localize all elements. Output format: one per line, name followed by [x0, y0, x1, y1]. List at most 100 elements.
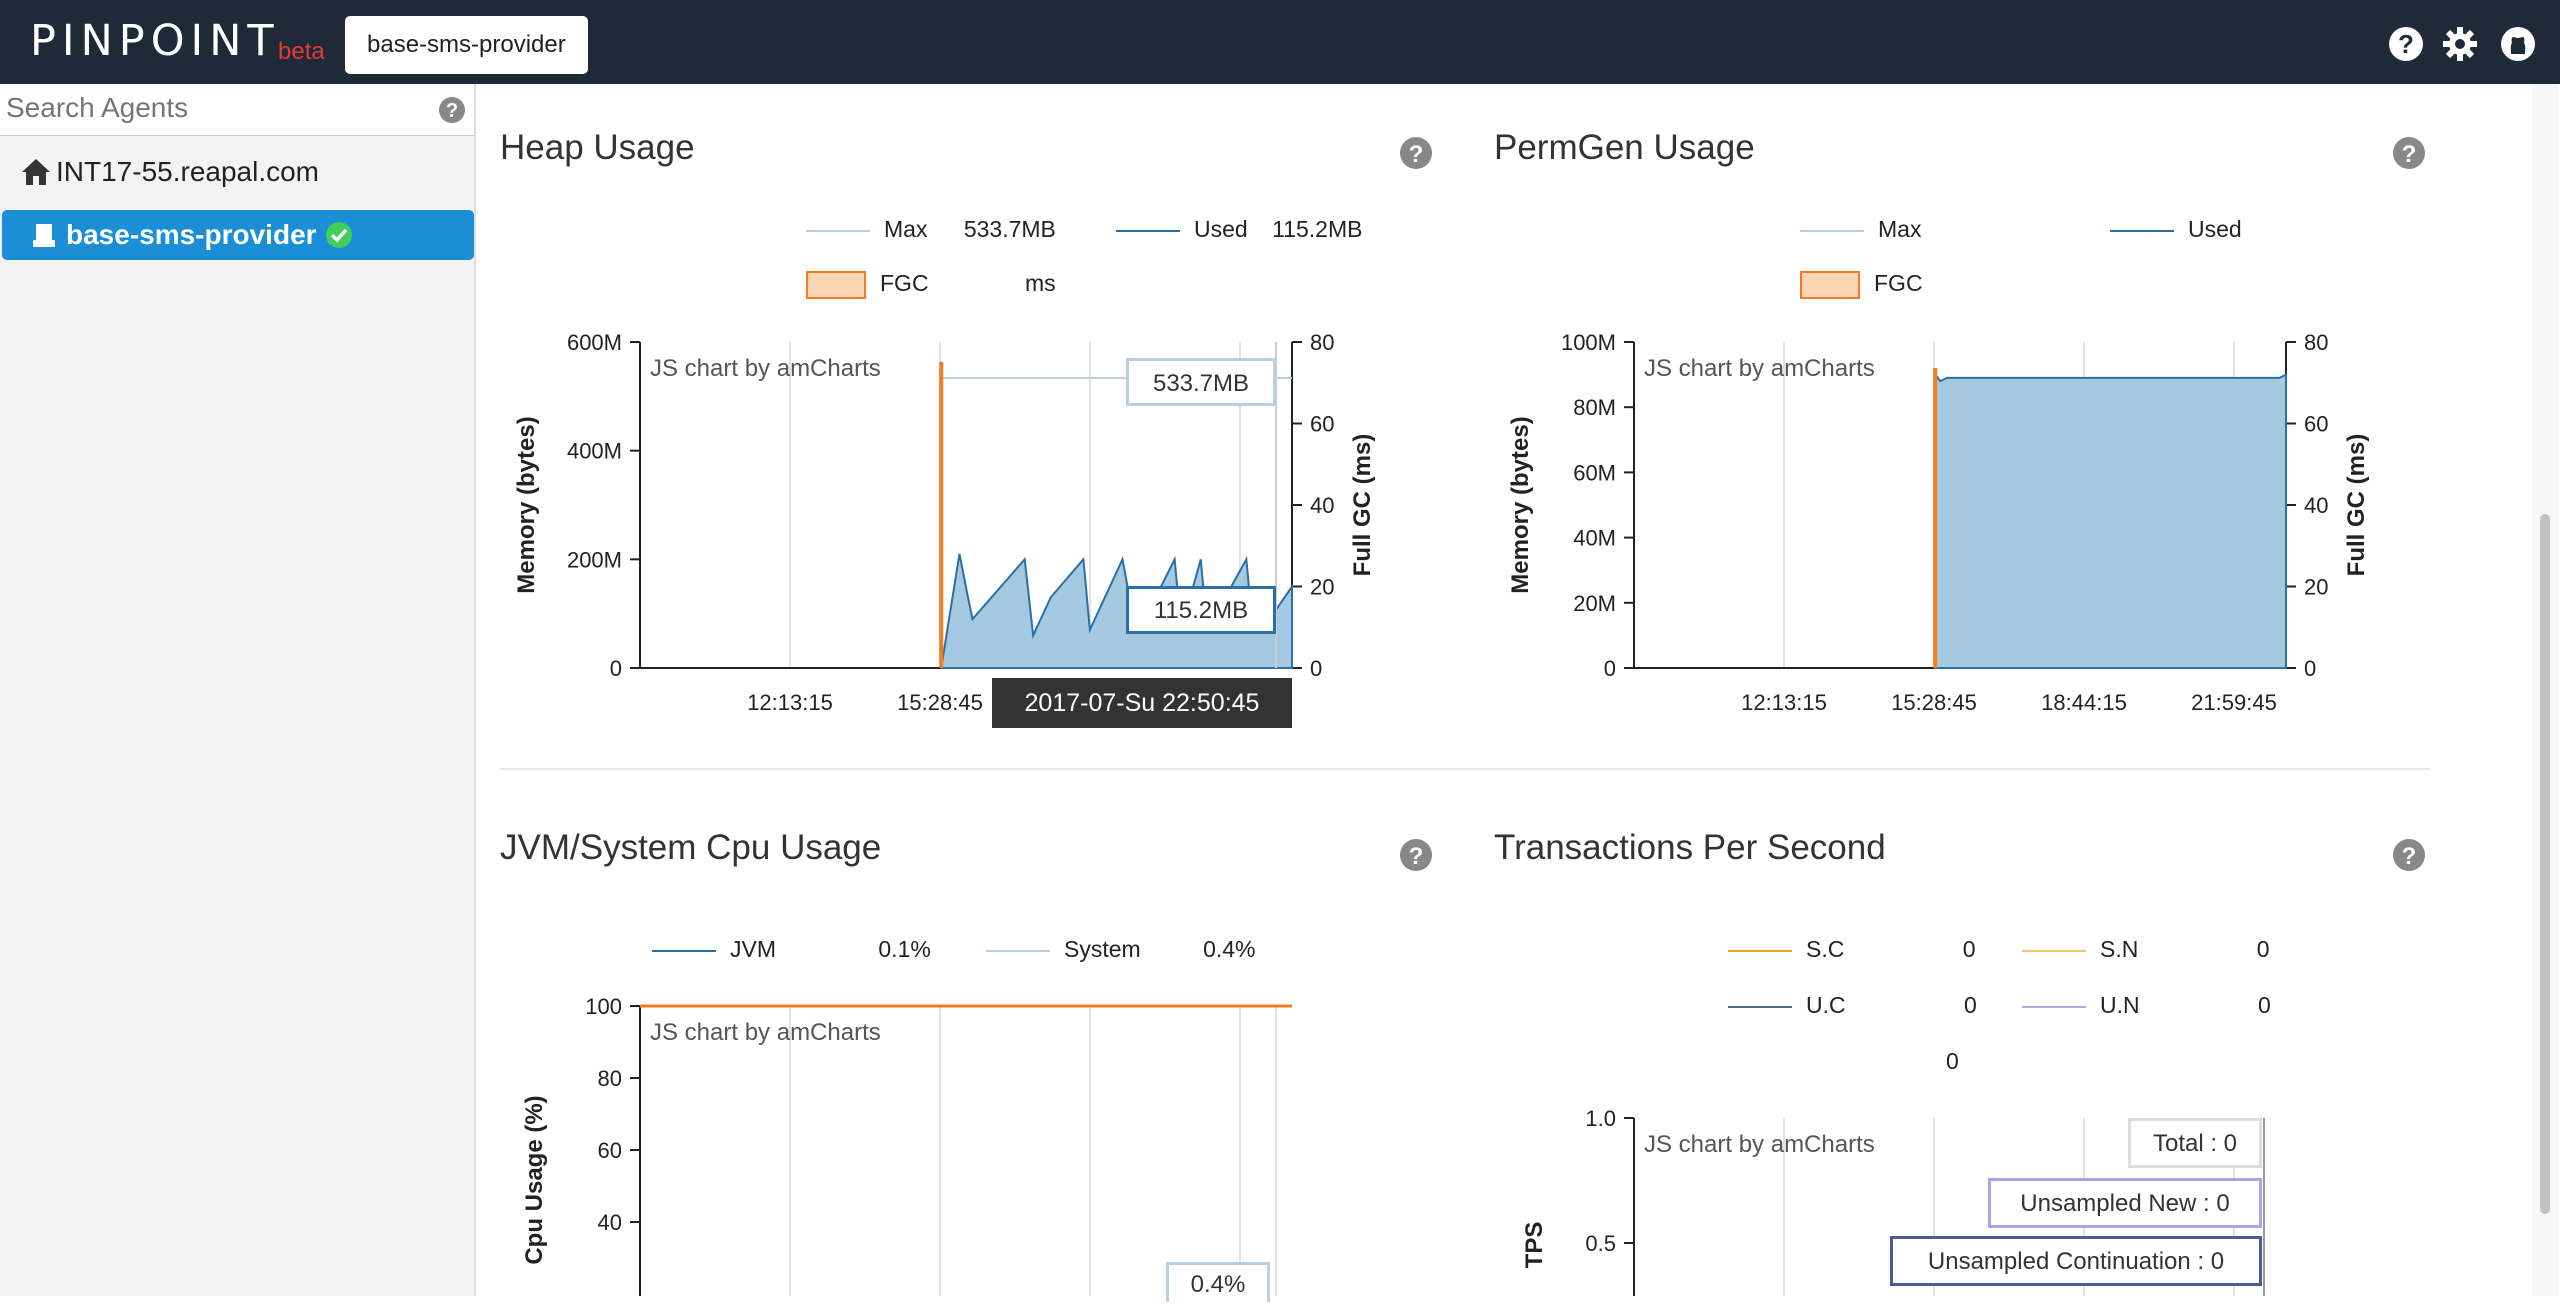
selected-agent-label: base-sms-provider [66, 219, 317, 250]
svg-text:?: ? [446, 100, 458, 122]
y-axis-label: Memory (bytes) [1507, 416, 1534, 593]
cpu-legend-jvm[interactable]: JVM 0.1% [652, 936, 931, 963]
help-icon[interactable]: ? [2388, 26, 2424, 62]
heap-legend-used[interactable]: Used 115.2MB [1116, 216, 1362, 243]
panel-divider [500, 768, 2430, 770]
y2-tick-label: 0 [1310, 656, 1322, 681]
tps-legend-total-value: 0 [1946, 1048, 1959, 1074]
agent-host-label: INT17-55.reapal.com [56, 156, 320, 187]
agent-sidebar: ? INT17-55.reapal.com base-sms-provider [0, 84, 476, 1296]
heap-usage-title: Heap Usage [500, 128, 695, 167]
y-axis-label: Cpu Usage (%) [521, 1095, 548, 1264]
y-tick-label: 0.5 [1585, 1231, 1616, 1256]
legend-label: S.C [1806, 936, 1845, 962]
y-tick-label: 0 [1604, 656, 1616, 681]
y-tick-label: 0 [610, 656, 622, 681]
permgen-legend-fgc[interactable]: FGC [1800, 270, 1923, 299]
legend-label: System [1064, 936, 1141, 962]
cpu-usage-title: JVM/System Cpu Usage [500, 828, 882, 867]
legend-value: 0 [1964, 992, 1977, 1018]
page-scrollbar[interactable] [2532, 84, 2558, 1296]
legend-label: Max [1878, 216, 1922, 242]
permgen-usage-chart[interactable]: 0 20M 40M 60M 80M 100M 0 20 40 60 80 Full GC (ms) Me… [1494, 320, 2414, 740]
legend-label: Max [884, 216, 928, 242]
application-selector-button[interactable]: base-sms-provider [345, 16, 588, 74]
heap-legend-max[interactable]: Max 533.7MB [806, 216, 1056, 243]
tps-title: Transactions Per Second [1494, 828, 1886, 867]
permgen-used-area [1934, 371, 2287, 669]
x-tick-label: 18:44:15 [2041, 690, 2127, 715]
y-tick-label: 400M [567, 439, 622, 464]
help-icon[interactable]: ? [1399, 838, 1433, 872]
help-icon[interactable]: ? [2392, 838, 2426, 872]
legend-value: 0.1% [878, 936, 931, 962]
y-tick-label: 60M [1573, 460, 1616, 485]
scrollbar-thumb[interactable] [2540, 514, 2550, 1214]
legend-label: U.N [2100, 992, 2140, 1018]
y2-tick-label: 80 [2304, 330, 2328, 355]
x-tick-label: 12:13:15 [1741, 690, 1827, 715]
y2-axis-label: Full GC (ms) [2343, 434, 2370, 577]
search-agents-box: ? [0, 84, 474, 136]
y2-tick-label: 60 [1310, 412, 1334, 437]
legend-label: FGC [1874, 270, 1923, 296]
chart-attribution: JS chart by amCharts [1644, 355, 1875, 382]
pinpoint-logo[interactable]: PINPOINT [30, 16, 280, 66]
heap-max-balloon: 533.7MB [1126, 358, 1276, 406]
x-tick-label: 12:13:15 [747, 690, 833, 715]
y2-tick-label: 60 [2304, 412, 2328, 437]
home-icon [22, 159, 50, 185]
cpu-balloon: 0.4% [1166, 1262, 1270, 1302]
chart-attribution: JS chart by amCharts [650, 355, 881, 382]
legend-value: 0 [2258, 992, 2271, 1018]
beta-label: beta [278, 38, 325, 65]
help-icon[interactable]: ? [1399, 136, 1433, 170]
agent-host-item[interactable]: INT17-55.reapal.com [20, 156, 319, 188]
heap-legend-fgc[interactable]: FGC ms [806, 270, 1056, 299]
legend-value: 115.2MB [1272, 216, 1363, 242]
legend-label: U.C [1806, 992, 1846, 1018]
y-tick-label: 20M [1573, 591, 1616, 616]
cpu-legend-system[interactable]: System 0.4% [986, 936, 1256, 963]
permgen-legend-used[interactable]: Used [2110, 216, 2242, 243]
server-icon [33, 224, 55, 247]
cursor-time-tooltip: 2017-07-Su 22:50:45 [992, 678, 1292, 728]
y-tick-label: 1.0 [1585, 1106, 1616, 1131]
y-tick-label: 40 [598, 1210, 622, 1235]
chart-attribution: JS chart by amCharts [650, 1019, 881, 1046]
y2-axis-label: Full GC (ms) [1349, 434, 1376, 577]
selected-agent-item[interactable]: base-sms-provider [2, 210, 474, 260]
cpu-usage-chart[interactable]: 40 60 80 100 JS chart by amCharts Cpu Usage (… [500, 990, 1420, 1296]
tps-legend-sn[interactable]: S.N 0 [2022, 936, 2270, 963]
legend-label: JVM [730, 936, 776, 962]
legend-value: 0 [1962, 936, 1976, 962]
tps-legend-uc[interactable]: U.C 0 [1728, 992, 1977, 1019]
tps-unsampled-new-balloon: Unsampled New : 0 [1988, 1178, 2262, 1228]
svg-text:?: ? [1409, 141, 1424, 168]
y2-tick-label: 80 [1310, 330, 1334, 355]
github-icon[interactable] [2500, 26, 2536, 62]
tps-legend-sc[interactable]: S.C 0 [1728, 936, 1976, 963]
svg-text:?: ? [2398, 29, 2414, 59]
y-tick-label: 600M [567, 330, 622, 355]
x-tick-label: 21:59:45 [2191, 690, 2277, 715]
y-tick-label: 60 [598, 1138, 622, 1163]
legend-label: S.N [2100, 936, 2139, 962]
svg-text:?: ? [1409, 843, 1424, 870]
y-tick-label: 100 [585, 994, 622, 1019]
help-icon[interactable]: ? [438, 96, 466, 124]
help-icon[interactable]: ? [2392, 136, 2426, 170]
tps-legend-un[interactable]: U.N 0 [2022, 992, 2271, 1019]
y-axis-label: Memory (bytes) [513, 416, 540, 593]
y-tick-label: 200M [567, 547, 622, 572]
search-agents-input[interactable] [0, 84, 432, 132]
heap-usage-chart[interactable]: 0 200M 400M 600M 0 20 40 60 80 Full GC (ms) Memory… [500, 320, 1420, 740]
top-navbar: PINPOINT beta base-sms-provider ? [0, 0, 2560, 84]
y-tick-label: 80 [598, 1066, 622, 1091]
y-tick-label: 100M [1561, 330, 1616, 355]
legend-value: 0.4% [1203, 936, 1256, 962]
svg-text:?: ? [2402, 141, 2417, 168]
permgen-legend-max[interactable]: Max [1800, 216, 1921, 243]
gear-icon[interactable] [2442, 26, 2478, 62]
y2-tick-label: 40 [2304, 493, 2328, 518]
